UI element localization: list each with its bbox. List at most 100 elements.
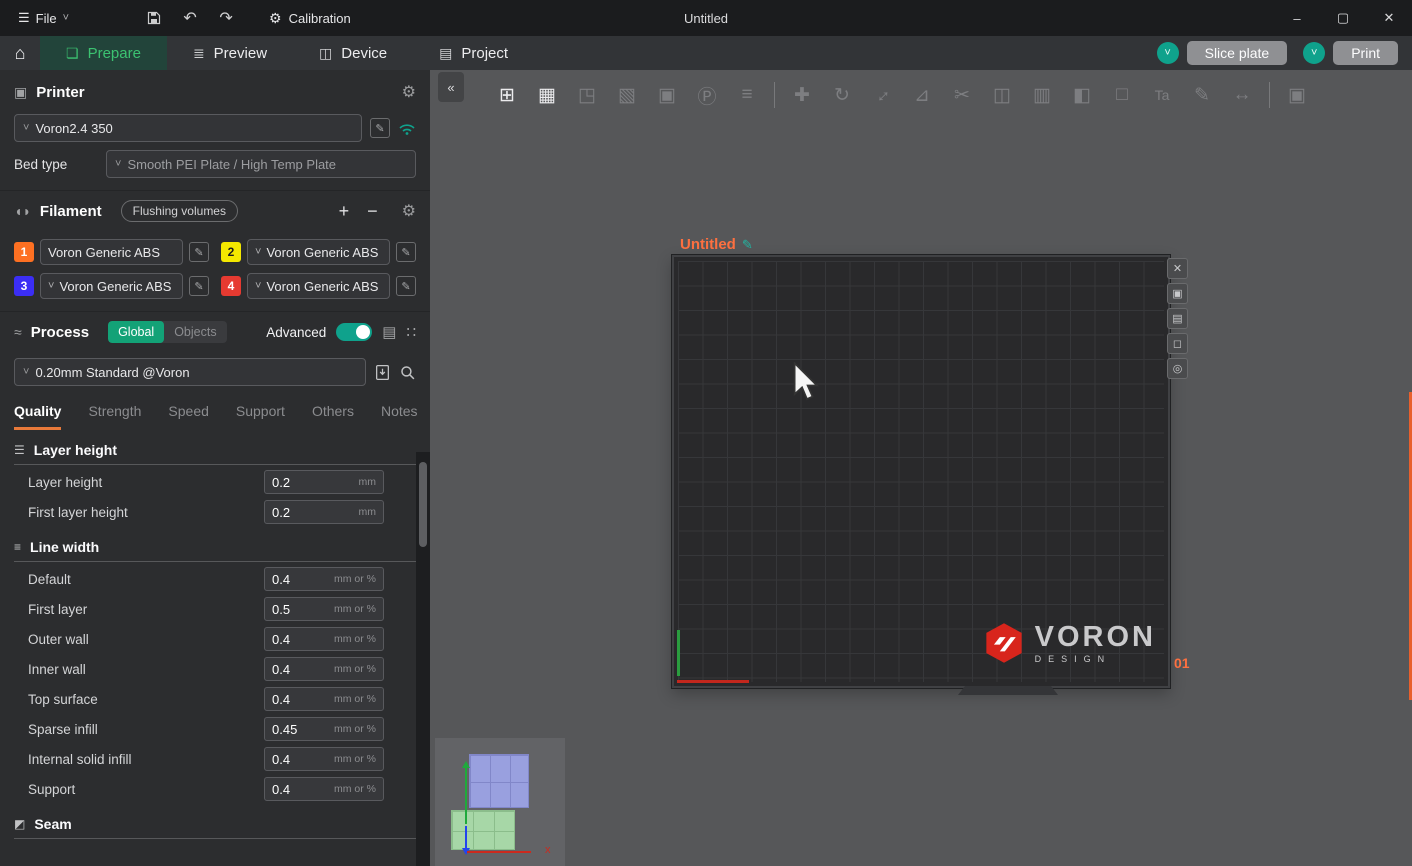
filament-select-4[interactable]: ˅ Voron Generic ABS — [247, 273, 390, 299]
print-dropdown-button[interactable]: ˅ — [1303, 42, 1325, 64]
text-tool-icon[interactable]: Ta — [1149, 80, 1175, 110]
edit-filament-button[interactable]: ✎ — [189, 242, 209, 262]
tab-strength[interactable]: Strength — [88, 403, 141, 430]
compare-presets-icon[interactable]: ∷ — [406, 323, 416, 341]
tab-prepare-label: Prepare — [88, 45, 141, 62]
add-object-icon[interactable]: ⊞ — [494, 80, 520, 110]
maximize-button[interactable]: ▢ — [1320, 0, 1366, 36]
filament-color-badge[interactable]: 4 — [221, 276, 241, 296]
line-width-inner-wall-input[interactable]: 0.4 mm or % — [264, 657, 384, 681]
tab-others[interactable]: Others — [312, 403, 354, 430]
flatten-icon[interactable]: ⊿ — [909, 80, 935, 110]
redo-button[interactable]: ↷ — [211, 4, 241, 32]
print-button[interactable]: Print — [1333, 41, 1398, 65]
copy-object-icon[interactable]: ▣ — [654, 80, 680, 110]
viewport-3d[interactable]: « ⊞ ▦ ◳ ▧ ▣ Ⓟ ≡ ✚ ↻ ↔ ⊿ ✂ ◫ ▥ ◧ □ Ta ✎ ↔… — [430, 70, 1412, 866]
file-menu[interactable]: ☰ File ˅ — [12, 6, 75, 30]
cut-icon[interactable]: ✂ — [949, 80, 975, 110]
build-plate[interactable]: VORON DESIGN — [672, 255, 1170, 688]
device-icon: ◫ — [319, 45, 332, 62]
filament-color-badge[interactable]: 3 — [14, 276, 34, 296]
first-layer-height-input[interactable]: 0.2 mm — [264, 500, 384, 524]
line-width-top-surface-input[interactable]: 0.4 mm or % — [264, 687, 384, 711]
add-plate-icon[interactable]: ▦ — [534, 80, 560, 110]
paint-icon[interactable]: ✎ — [1189, 80, 1215, 110]
printer-connection-button[interactable] — [398, 120, 416, 136]
parameter-table-icon[interactable]: ▤ — [382, 323, 396, 341]
remove-filament-button[interactable]: − — [367, 201, 378, 222]
tab-quality[interactable]: Quality — [14, 403, 61, 430]
tab-preview[interactable]: ≣ Preview — [167, 36, 293, 70]
line-width-outer-wall-input[interactable]: 0.4 mm or % — [264, 627, 384, 651]
setting-label: Internal solid infill — [28, 752, 264, 767]
filament-slot-2: 2 ˅ Voron Generic ABS ✎ — [221, 239, 416, 265]
scale-icon[interactable]: ↔ — [862, 75, 902, 115]
tab-support[interactable]: Support — [236, 403, 285, 430]
tab-project[interactable]: ▤ Project — [413, 36, 534, 70]
calibration-menu[interactable]: ⚙ Calibration — [269, 10, 351, 27]
scope-global-button[interactable]: Global — [108, 321, 164, 343]
line-width-sparse-infill-input[interactable]: 0.45 mm or % — [264, 717, 384, 741]
filament-select-2[interactable]: ˅ Voron Generic ABS — [247, 239, 390, 265]
lock-plate-icon[interactable]: ◻ — [1167, 333, 1188, 354]
sidebar-scrollbar-track[interactable] — [416, 452, 430, 866]
filament-select-1[interactable]: Voron Generic ABS — [40, 239, 183, 265]
printer-settings-gear-icon[interactable]: ⚙ — [402, 82, 416, 102]
home-button[interactable]: ⌂ — [0, 36, 40, 70]
assembly-view-icon[interactable]: ▣ — [1284, 80, 1310, 110]
save-project-button[interactable] — [139, 4, 169, 32]
object-list-icon[interactable]: ≡ — [734, 80, 760, 110]
undo-button[interactable]: ↶ — [175, 4, 205, 32]
primitive-cube-icon[interactable]: □ — [1109, 80, 1135, 110]
printer-select[interactable]: ˅ Voron2.4 350 — [14, 114, 362, 142]
measure-icon[interactable]: ↔ — [1229, 80, 1255, 110]
mesh-edit-icon[interactable]: ◧ — [1069, 80, 1095, 110]
arrange-icon[interactable]: ▧ — [614, 80, 640, 110]
line-width-internal-solid-input[interactable]: 0.4 mm or % — [264, 747, 384, 771]
plate-settings-icon[interactable]: Ⓟ — [694, 80, 720, 110]
filament-color-badge[interactable]: 1 — [14, 242, 34, 262]
rotate-icon[interactable]: ↻ — [829, 80, 855, 110]
save-preset-button[interactable] — [374, 364, 391, 381]
line-width-default-input[interactable]: 0.4 mm or % — [264, 567, 384, 591]
plate-name-text[interactable]: Untitled — [680, 236, 736, 253]
filament-settings-gear-icon[interactable]: ⚙ — [402, 201, 416, 221]
slice-dropdown-button[interactable]: ˅ — [1157, 42, 1179, 64]
search-settings-button[interactable] — [399, 364, 416, 381]
close-button[interactable]: ✕ — [1366, 0, 1412, 36]
plate-marker-icon[interactable]: ◎ — [1167, 358, 1188, 379]
plate-name-icon[interactable]: ▤ — [1167, 308, 1188, 329]
bed-type-select[interactable]: ˅ Smooth PEI Plate / High Temp Plate — [106, 150, 416, 178]
printer-section-title: Printer — [36, 84, 84, 101]
layer-height-input[interactable]: 0.2 mm — [264, 470, 384, 494]
layout-icon[interactable]: ◫ — [989, 80, 1015, 110]
plate-logo-icon[interactable]: ▣ — [1167, 283, 1188, 304]
tab-prepare[interactable]: ❏ Prepare — [40, 36, 167, 70]
align-icon[interactable]: ▥ — [1029, 80, 1055, 110]
auto-orient-icon[interactable]: ◳ — [574, 80, 600, 110]
scope-objects-button[interactable]: Objects — [164, 321, 226, 343]
rename-plate-icon[interactable]: ✎ — [742, 237, 753, 253]
advanced-toggle[interactable] — [336, 323, 372, 341]
minimize-button[interactable]: – — [1274, 0, 1320, 36]
collapse-sidebar-button[interactable]: « — [438, 72, 464, 102]
edit-filament-button[interactable]: ✎ — [396, 242, 416, 262]
tab-speed[interactable]: Speed — [168, 403, 208, 430]
process-preset-select[interactable]: ˅ 0.20mm Standard @Voron — [14, 358, 366, 386]
filament-color-badge[interactable]: 2 — [221, 242, 241, 262]
line-width-support-input[interactable]: 0.4 mm or % — [264, 777, 384, 801]
edit-filament-button[interactable]: ✎ — [189, 276, 209, 296]
add-filament-button[interactable]: + — [339, 201, 350, 222]
sidebar-scrollbar-thumb[interactable] — [419, 462, 427, 547]
edit-printer-button[interactable]: ✎ — [370, 118, 390, 138]
tab-device[interactable]: ◫ Device — [293, 36, 413, 70]
flushing-volumes-button[interactable]: Flushing volumes — [121, 200, 238, 222]
object-mini-preview[interactable]: x — [435, 738, 565, 866]
delete-plate-icon[interactable]: ✕ — [1167, 258, 1188, 279]
tab-notes[interactable]: Notes — [381, 403, 418, 430]
line-width-first-layer-input[interactable]: 0.5 mm or % — [264, 597, 384, 621]
move-icon[interactable]: ✚ — [789, 80, 815, 110]
slice-plate-button[interactable]: Slice plate — [1187, 41, 1288, 65]
filament-select-3[interactable]: ˅ Voron Generic ABS — [40, 273, 183, 299]
edit-filament-button[interactable]: ✎ — [396, 276, 416, 296]
